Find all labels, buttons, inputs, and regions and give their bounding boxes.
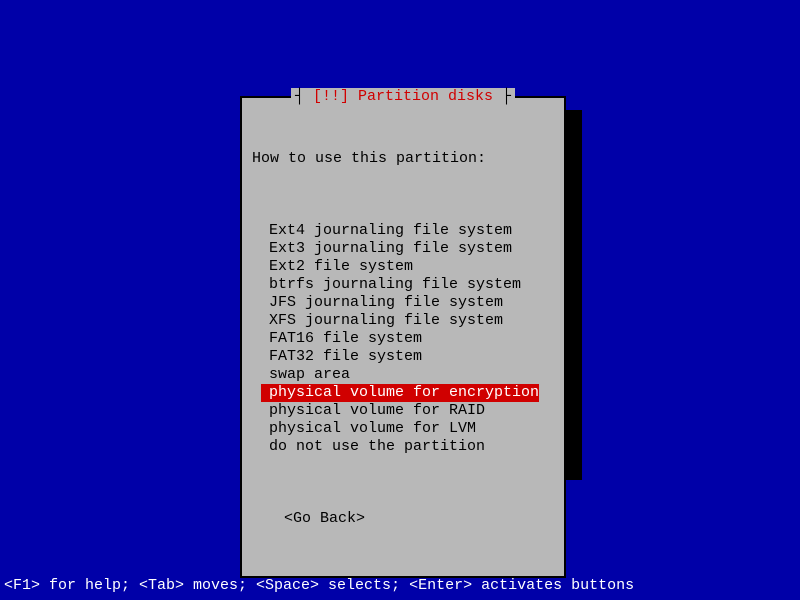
filesystem-option[interactable]: Ext2 file system (261, 258, 413, 275)
options-list: Ext4 journaling file system Ext3 journal… (252, 222, 554, 456)
dialog-title: [!!] Partition disks (313, 88, 493, 105)
filesystem-option[interactable]: swap area (261, 366, 350, 383)
filesystem-option[interactable]: XFS journaling file system (261, 312, 503, 329)
dialog-title-row: ┤ [!!] Partition disks ├ (242, 88, 564, 106)
filesystem-option[interactable]: physical volume for RAID (261, 402, 485, 419)
filesystem-option[interactable]: FAT32 file system (261, 348, 422, 365)
status-bar: <F1> for help; <Tab> moves; <Space> sele… (4, 577, 634, 594)
filesystem-option[interactable]: btrfs journaling file system (261, 276, 521, 293)
go-back-button[interactable]: <Go Back> (252, 510, 554, 528)
filesystem-option[interactable]: JFS journaling file system (261, 294, 503, 311)
filesystem-option[interactable]: physical volume for encryption (261, 384, 539, 402)
filesystem-option[interactable]: physical volume for LVM (261, 420, 476, 437)
dialog-prompt: How to use this partition: (252, 150, 554, 168)
title-dash-left: ┤ (295, 88, 313, 105)
partition-dialog: ┤ [!!] Partition disks ├ How to use this… (240, 96, 566, 578)
filesystem-option[interactable]: Ext4 journaling file system (261, 222, 512, 239)
filesystem-option[interactable]: Ext3 journaling file system (261, 240, 512, 257)
filesystem-option[interactable]: FAT16 file system (261, 330, 422, 347)
title-dash-right: ├ (493, 88, 511, 105)
filesystem-option[interactable]: do not use the partition (261, 438, 485, 455)
